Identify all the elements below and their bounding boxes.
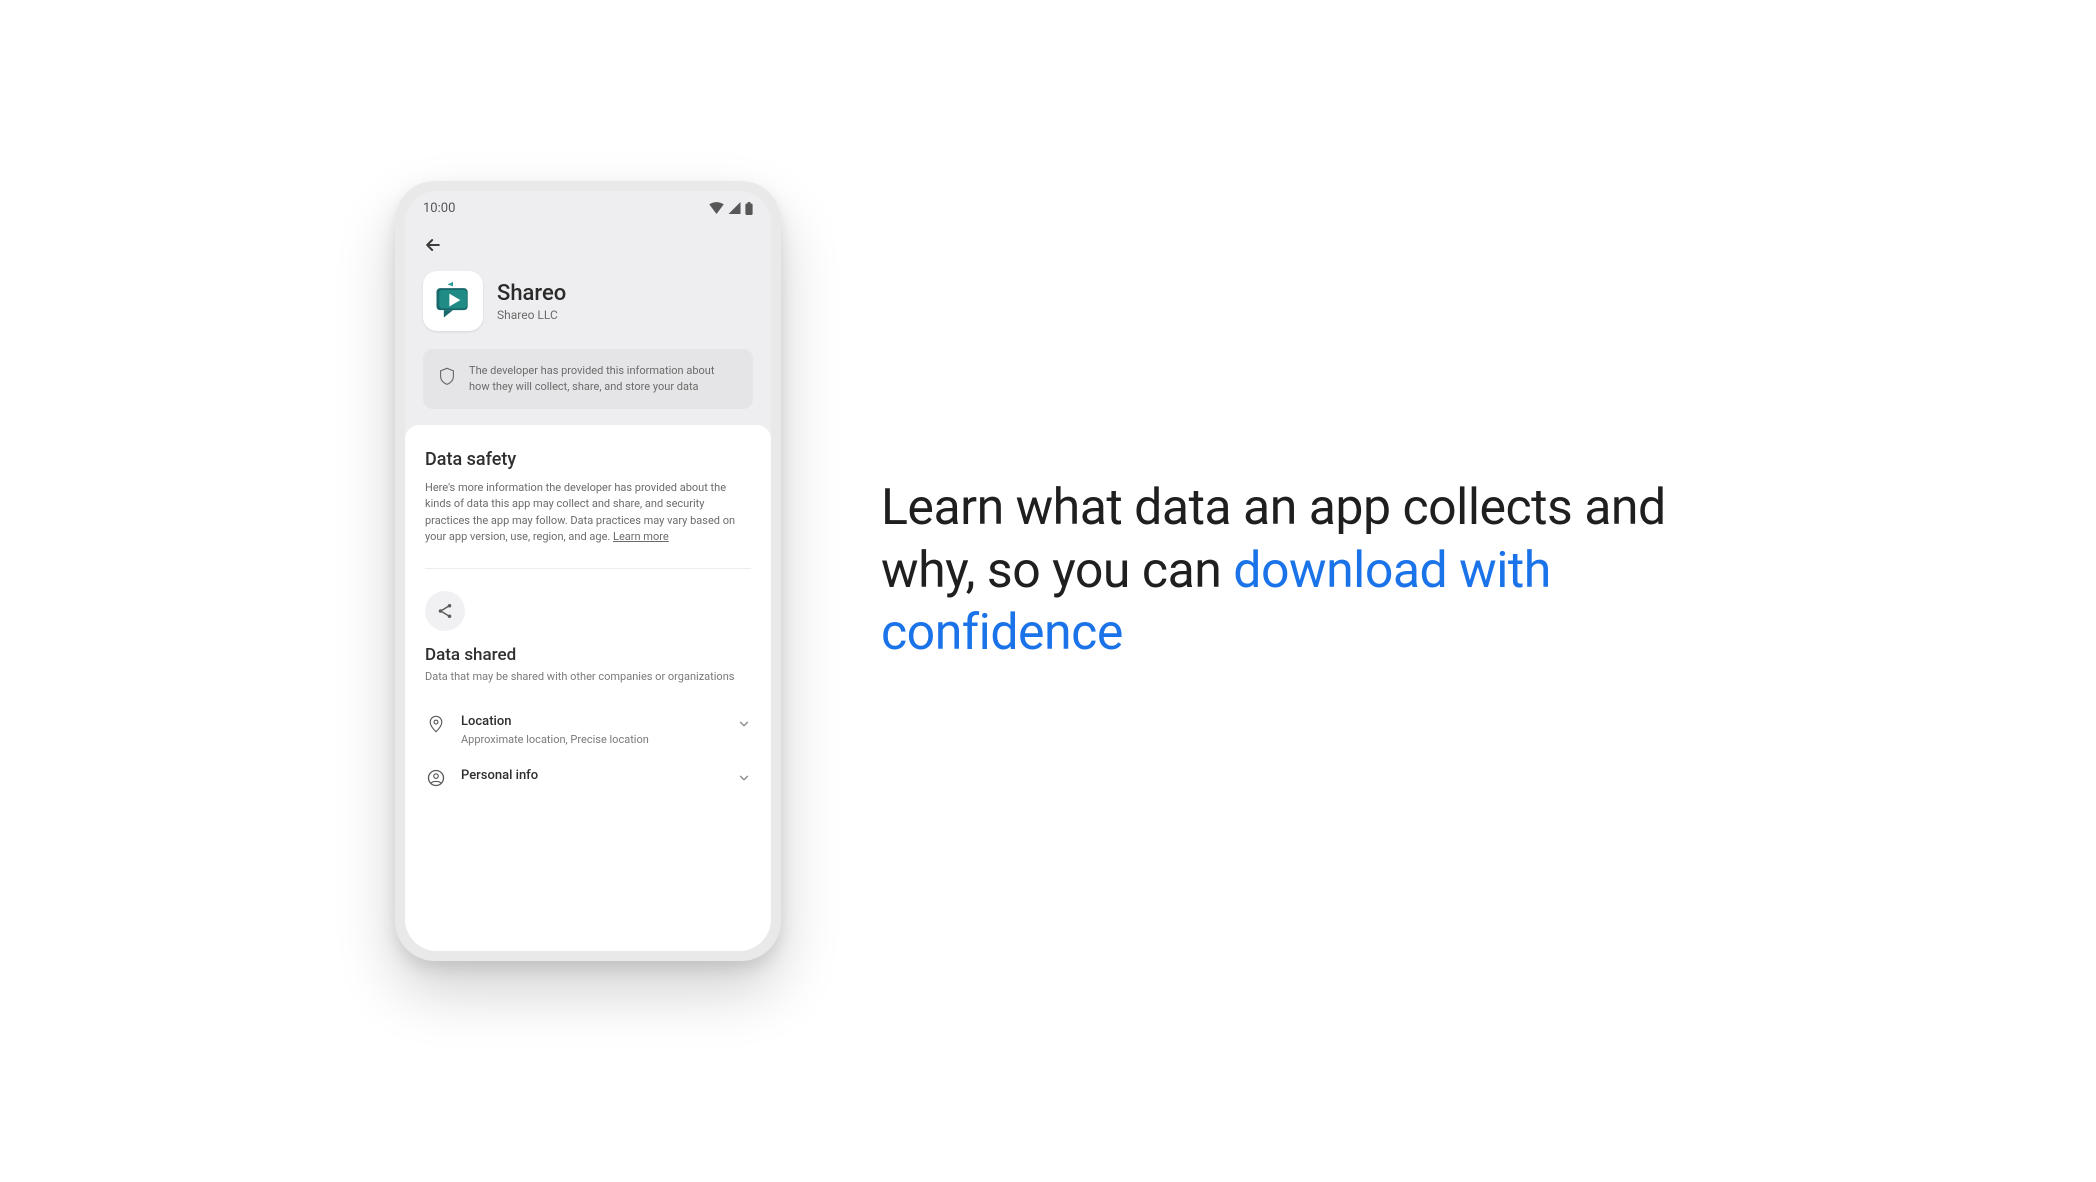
divider — [425, 568, 751, 569]
data-shared-title: Data shared — [425, 645, 751, 665]
data-shared-row-label: Personal info — [461, 768, 723, 783]
status-bar: 10:00 — [405, 191, 771, 225]
headline: Learn what data an app collects and why,… — [881, 477, 1701, 665]
status-icons — [709, 202, 753, 215]
chevron-down-icon — [737, 771, 751, 785]
phone-screen: 10:00 — [405, 191, 771, 951]
data-shared-row-location[interactable]: Location Approximate location, Precise l… — [425, 698, 751, 752]
app-title: Shareo — [497, 281, 566, 306]
developer-note-card: The developer has provided this informat… — [423, 349, 753, 409]
arrow-left-icon — [423, 235, 443, 255]
status-time: 10:00 — [423, 201, 455, 216]
data-safety-description: Here's more information the developer ha… — [425, 480, 751, 546]
developer-note-text: The developer has provided this informat… — [469, 363, 737, 395]
data-shared-row-detail: Approximate location, Precise location — [461, 733, 723, 746]
app-icon[interactable] — [423, 271, 483, 331]
phone-frame: 10:00 — [395, 181, 781, 961]
share-chip — [425, 591, 465, 631]
chevron-down-icon — [737, 717, 751, 731]
share-icon — [436, 602, 454, 620]
shield-icon — [439, 367, 455, 385]
location-pin-icon — [428, 715, 444, 733]
data-shared-row-label: Location — [461, 714, 723, 729]
wifi-icon — [709, 202, 724, 214]
app-publisher: Shareo LLC — [497, 308, 566, 322]
data-safety-title: Data safety — [425, 449, 751, 470]
data-shared-subtitle: Data that may be shared with other compa… — [425, 669, 751, 684]
learn-more-link[interactable]: Learn more — [613, 530, 669, 543]
shareo-app-icon — [431, 279, 475, 323]
data-shared-row-personal[interactable]: Personal info — [425, 752, 751, 789]
back-button[interactable] — [419, 231, 447, 259]
person-circle-icon — [427, 769, 445, 787]
battery-icon — [745, 202, 753, 215]
app-header: Shareo Shareo LLC The developer has prov… — [405, 265, 771, 425]
content-card: Data safety Here's more information the … — [405, 425, 771, 951]
signal-icon — [728, 202, 741, 214]
app-bar — [405, 225, 771, 265]
